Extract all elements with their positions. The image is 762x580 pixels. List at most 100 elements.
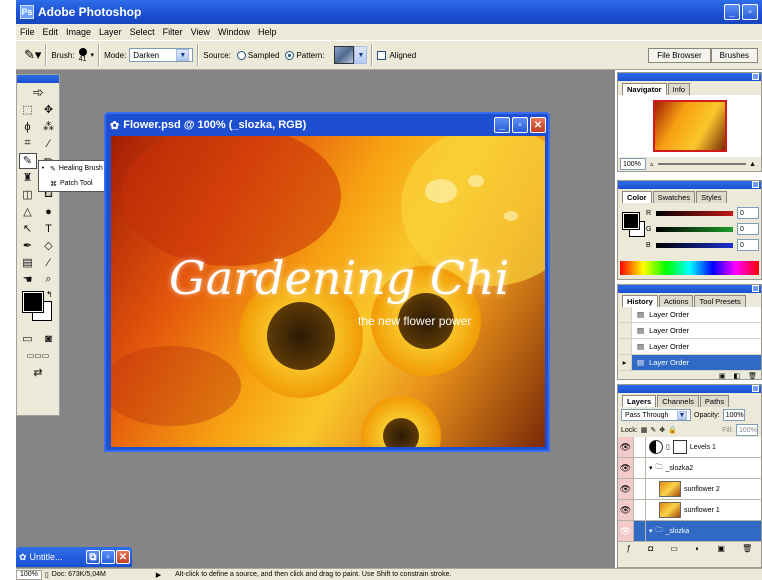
channel-slider[interactable] xyxy=(656,242,733,248)
eye-icon[interactable]: 👁 xyxy=(618,500,634,520)
minimized-document[interactable]: ✿ Untitle... ⧉ ▫ ✕ xyxy=(16,547,132,567)
color-spectrum[interactable] xyxy=(620,261,759,275)
lock-transparency-icon[interactable]: ▦ xyxy=(641,426,648,434)
brushes-tab[interactable]: Brushes xyxy=(710,47,758,63)
eye-icon[interactable]: 👁 xyxy=(618,458,634,478)
shape-tool-icon[interactable]: ◇ xyxy=(40,238,58,254)
brush-picker[interactable]: 41 xyxy=(78,47,87,63)
blur-tool-icon[interactable]: △ xyxy=(19,204,37,220)
maximize-icon[interactable]: ▫ xyxy=(512,117,528,133)
aligned-checkbox[interactable] xyxy=(377,50,387,60)
file-browser-tab[interactable]: File Browser xyxy=(648,47,711,63)
tab-info[interactable]: Info xyxy=(667,83,691,95)
tab-paths[interactable]: Paths xyxy=(699,395,730,407)
zoom-in-icon[interactable]: ▲ xyxy=(749,161,756,168)
layer-row[interactable]: 👁 ▯ Levels 1 xyxy=(618,437,761,458)
eraser-tool-icon[interactable]: ◫ xyxy=(19,187,37,203)
close-icon[interactable]: ✕ xyxy=(116,550,130,564)
layer-style-icon[interactable]: ƒ xyxy=(627,544,631,553)
blend-mode-select[interactable]: Pass Through ▼ xyxy=(621,409,691,421)
document-canvas[interactable]: Gardening Chi the new flower power xyxy=(111,136,545,447)
trash-icon[interactable]: 🗑 xyxy=(748,372,757,380)
menu-layer[interactable]: Layer xyxy=(99,27,122,37)
screen-mode-icon[interactable]: ▭▭▭ xyxy=(27,348,50,364)
tab-styles[interactable]: Styles xyxy=(696,191,727,203)
history-brush-marker[interactable]: ▸ xyxy=(618,355,632,370)
foreground-color[interactable] xyxy=(622,212,640,230)
layer-row[interactable]: 👁 ▾ 🗀 _slozka2 xyxy=(618,458,761,479)
lasso-tool-icon[interactable]: ϕ xyxy=(19,119,37,135)
healing-brush-tool-icon[interactable]: ✎ xyxy=(18,152,37,169)
lock-move-icon[interactable]: ✥ xyxy=(659,426,665,434)
clone-stamp-icon[interactable]: ♜ xyxy=(19,170,37,186)
expand-arrow-icon[interactable]: ▾ xyxy=(649,464,653,472)
menu-select[interactable]: Select xyxy=(130,27,155,37)
channel-slider[interactable] xyxy=(656,226,733,232)
layer-link-cell[interactable] xyxy=(634,479,646,499)
eye-icon[interactable]: 👁 xyxy=(618,479,634,499)
adobe-online-icon[interactable]: ➾ xyxy=(32,84,44,101)
maximize-icon[interactable]: ▫ xyxy=(101,550,115,564)
foreground-color[interactable] xyxy=(22,291,44,313)
menu-file[interactable]: File xyxy=(20,27,35,37)
quick-mask-icon[interactable]: ◙ xyxy=(40,331,58,347)
menu-image[interactable]: Image xyxy=(66,27,91,37)
menu-filter[interactable]: Filter xyxy=(163,27,183,37)
jump-to-imageready-icon[interactable]: ⇄ xyxy=(29,365,47,381)
expand-arrow-icon[interactable]: ▾ xyxy=(649,527,653,535)
new-snapshot-icon[interactable]: ◧ xyxy=(733,372,740,380)
brush-dropdown-icon[interactable]: ▾ xyxy=(91,51,95,59)
tab-tool-presets[interactable]: Tool Presets xyxy=(694,295,746,307)
swap-colors-icon[interactable]: ↰ xyxy=(46,290,53,299)
history-brush-marker[interactable] xyxy=(618,323,632,338)
panel-minimize-icon[interactable] xyxy=(752,385,759,392)
tab-history[interactable]: History xyxy=(622,295,658,307)
document-title-bar[interactable]: ✿ Flower.psd @ 100% (_slozka, RGB) _ ▫ ✕ xyxy=(106,114,548,136)
lock-paint-icon[interactable]: ✎ xyxy=(650,426,656,434)
zoom-tool-icon[interactable]: ⌕ xyxy=(40,272,58,288)
history-brush-marker[interactable] xyxy=(618,307,632,322)
panel-minimize-icon[interactable] xyxy=(752,285,759,292)
menu-help[interactable]: Help xyxy=(258,27,277,37)
history-brush-marker[interactable] xyxy=(618,339,632,354)
history-item[interactable]: ▤ Layer Order xyxy=(618,323,761,339)
navigator-zoom-slider[interactable] xyxy=(657,163,747,165)
tab-actions[interactable]: Actions xyxy=(658,295,694,307)
fill-field[interactable]: 100% xyxy=(736,424,758,436)
path-selection-icon[interactable]: ↖ xyxy=(19,221,37,237)
notes-tool-icon[interactable]: ▤ xyxy=(19,255,37,271)
slice-tool-icon[interactable]: ⁄ xyxy=(40,136,58,152)
eye-icon[interactable]: 👁 xyxy=(618,521,634,541)
minimize-icon[interactable]: _ xyxy=(724,4,740,20)
sampled-radio[interactable] xyxy=(236,50,246,60)
layer-row[interactable]: 👁 sunflower 1 xyxy=(618,500,761,521)
zoom-out-icon[interactable]: ▵ xyxy=(650,160,654,168)
move-tool-icon[interactable]: ✥ xyxy=(40,102,58,118)
menu-view[interactable]: View xyxy=(191,27,210,37)
navigator-zoom-field[interactable]: 100% xyxy=(620,158,646,170)
new-document-from-state-icon[interactable]: ▣ xyxy=(719,372,726,380)
maximize-icon[interactable]: ▫ xyxy=(742,4,758,20)
history-item[interactable]: ▤ Layer Order xyxy=(618,339,761,355)
channel-value-field[interactable]: 0 xyxy=(737,207,759,219)
healing-brush-preset-icon[interactable]: ✎▾ xyxy=(24,47,41,63)
status-arrow-icon[interactable]: ▶ xyxy=(156,571,161,579)
panel-minimize-icon[interactable] xyxy=(752,73,759,80)
history-item[interactable]: ▤ Layer Order xyxy=(618,307,761,323)
restore-icon[interactable]: ⧉ xyxy=(86,550,100,564)
magic-wand-icon[interactable]: ⁂ xyxy=(40,119,58,135)
navigator-preview[interactable] xyxy=(618,95,761,157)
close-icon[interactable]: ✕ xyxy=(530,117,546,133)
standard-mode-icon[interactable]: ▭ xyxy=(19,331,37,347)
pattern-radio[interactable] xyxy=(285,50,295,60)
layer-mask-icon[interactable]: ◘ xyxy=(648,544,653,553)
tab-channels[interactable]: Channels xyxy=(657,395,699,407)
layer-link-cell[interactable] xyxy=(634,458,646,478)
menu-window[interactable]: Window xyxy=(218,27,250,37)
mode-select[interactable]: Darken ▼ xyxy=(129,48,194,62)
tab-swatches[interactable]: Swatches xyxy=(652,191,696,203)
new-adjustment-icon[interactable]: ◐ xyxy=(695,544,700,553)
new-set-icon[interactable]: ▭ xyxy=(670,544,678,553)
channel-value-field[interactable]: 0 xyxy=(737,239,759,251)
minimize-icon[interactable]: _ xyxy=(494,117,510,133)
